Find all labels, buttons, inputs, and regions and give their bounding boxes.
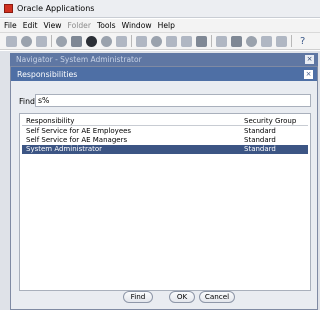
responsibilities-list: Responsibility Security Group Self Servi… (19, 113, 311, 291)
window-title: Oracle Applications (17, 4, 95, 13)
folder-tools-icon[interactable] (276, 35, 287, 47)
responsibility-cell: Self Service for AE Employees (26, 127, 132, 135)
menubar: File Edit View Folder Tools Window Help (0, 19, 320, 32)
edit-field-icon[interactable] (216, 35, 227, 47)
toolbar-separator (211, 35, 212, 47)
list-item[interactable]: Self Service for AE Managers Standard (22, 136, 308, 145)
show-navigator-icon[interactable] (36, 35, 47, 47)
toolbar-separator (51, 35, 52, 47)
menu-tools[interactable]: Tools (97, 21, 116, 30)
responsibility-cell: Self Service for AE Managers (26, 136, 128, 144)
toolbar-separator (131, 35, 132, 47)
list-rows: Self Service for AE Employees Standard S… (22, 127, 308, 154)
security-group-cell: Standard (244, 136, 276, 144)
responsibilities-dialog: Responsibilities × Find s% Responsibilit… (10, 66, 318, 310)
cut-icon[interactable] (136, 35, 147, 47)
attachments-icon[interactable] (261, 35, 272, 47)
column-header-security-group[interactable]: Security Group (244, 117, 296, 125)
menu-folder[interactable]: Folder (67, 21, 90, 30)
paste-icon[interactable] (166, 35, 177, 47)
toolbar: ? (0, 32, 320, 50)
security-group-cell: Standard (244, 127, 276, 135)
new-icon[interactable] (116, 35, 127, 47)
find-button[interactable]: Find (123, 291, 153, 303)
dialog-title: Responsibilities (17, 69, 78, 79)
find-icon[interactable] (21, 35, 32, 47)
clear-icon[interactable] (181, 35, 192, 47)
menu-view[interactable]: View (43, 21, 61, 30)
security-group-cell: Standard (244, 145, 276, 153)
toolbar-separator (291, 35, 292, 47)
dialog-titlebar: Responsibilities × (11, 67, 317, 81)
responsibility-cell: System Administrator (26, 145, 103, 153)
delete-icon[interactable] (196, 35, 207, 47)
list-item-selected[interactable]: System Administrator Standard (22, 145, 308, 154)
dialog-close-icon[interactable]: × (304, 70, 313, 79)
menu-edit[interactable]: Edit (23, 21, 38, 30)
menu-window[interactable]: Window (122, 21, 152, 30)
oracle-app-icon (4, 4, 13, 13)
print-icon[interactable] (86, 35, 97, 47)
navigator-title: Navigator - System Administrator (16, 55, 142, 64)
cancel-button[interactable]: Cancel (199, 291, 235, 303)
list-item[interactable]: Self Service for AE Employees Standard (22, 127, 308, 136)
zoom-icon[interactable] (231, 35, 242, 47)
list-header: Responsibility Security Group (22, 116, 308, 126)
help-icon[interactable]: ? (300, 36, 305, 47)
find-input[interactable]: s% (35, 94, 311, 107)
copy-icon[interactable] (151, 35, 162, 47)
menu-file[interactable]: File (4, 21, 17, 30)
navigator-window-titlebar: Navigator - System Administrator × (10, 53, 318, 66)
find-label: Find (19, 97, 35, 106)
column-header-responsibility[interactable]: Responsibility (26, 117, 74, 125)
new-record-icon[interactable] (6, 35, 17, 47)
close-form-icon[interactable] (101, 35, 112, 47)
window-titlebar: Oracle Applications (0, 0, 320, 18)
save-icon[interactable] (56, 35, 67, 47)
next-step-icon[interactable] (71, 35, 82, 47)
menu-help[interactable]: Help (158, 21, 175, 30)
ok-button[interactable]: OK (169, 291, 195, 303)
navigator-close-icon[interactable]: × (305, 55, 314, 64)
translations-icon[interactable] (246, 35, 257, 47)
